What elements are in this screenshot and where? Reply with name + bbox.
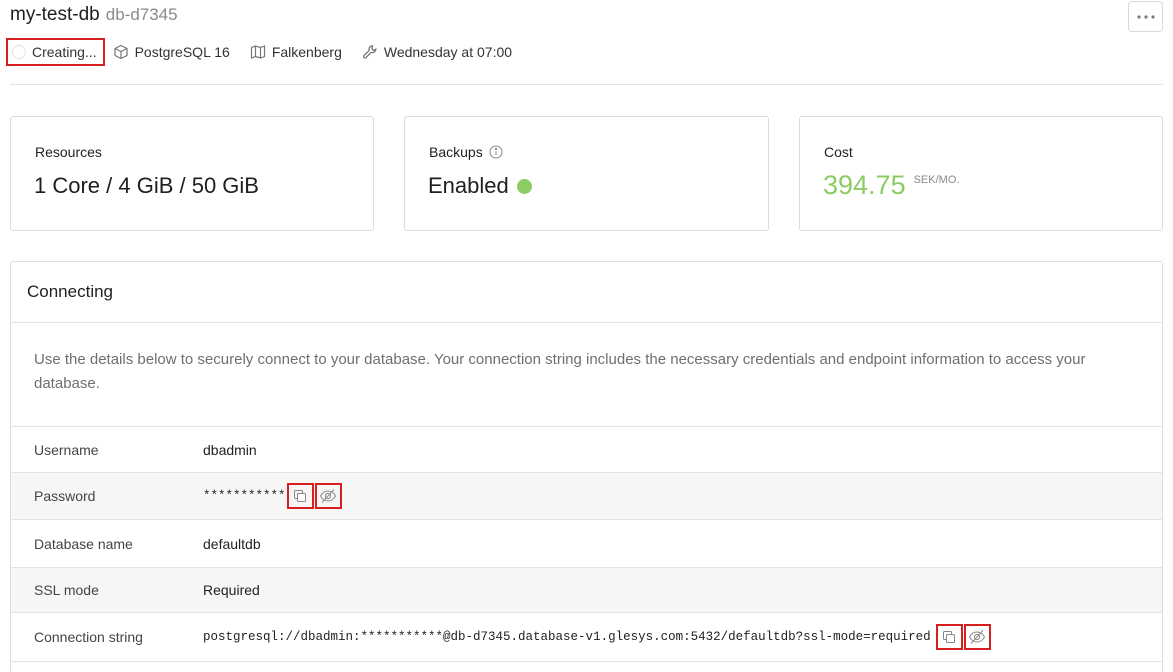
engine-text: PostgreSQL 16 <box>134 44 230 60</box>
row-value: Required <box>203 582 260 598</box>
row-label: Connection string <box>34 629 143 645</box>
backups-label: Backups <box>429 144 483 160</box>
wrench-icon <box>362 44 378 60</box>
table-row-connection-string: Connection string postgresql://dbadmin:*… <box>11 613 1162 662</box>
connecting-title: Connecting <box>11 262 1162 323</box>
resources-label: Resources <box>35 144 102 160</box>
connection-string-value-group: postgresql://dbadmin:***********@db-d734… <box>203 624 991 650</box>
page-title: my-test-db <box>10 4 100 25</box>
backups-card: Backups Enabled <box>404 116 769 231</box>
row-label: Username <box>34 441 99 458</box>
box-icon <box>113 44 129 60</box>
database-id: db-d7345 <box>105 5 178 24</box>
location-info: Falkenberg <box>250 44 342 60</box>
cost-label: Cost <box>824 144 853 160</box>
cost-value: 394.75 <box>823 170 906 200</box>
row-value: defaultdb <box>203 535 261 552</box>
password-value-group: *********** <box>203 483 342 509</box>
engine-info: PostgreSQL 16 <box>113 44 230 60</box>
table-row-username: Username dbadmin <box>11 427 1162 473</box>
resources-value: 1 Core / 4 GiB / 50 GiB <box>34 173 259 198</box>
row-label: Password <box>34 488 96 504</box>
table-row-password: Password *********** <box>11 473 1162 520</box>
table-row-ssl-mode: SSL mode Required <box>11 568 1162 613</box>
loading-spinner-icon <box>12 45 26 59</box>
ellipsis-icon <box>1136 14 1155 19</box>
connecting-description: Use the details below to securely connec… <box>11 323 1162 427</box>
resources-card: Resources 1 Core / 4 GiB / 50 GiB <box>10 116 374 231</box>
status-text: Creating... <box>32 44 97 60</box>
status-dot <box>516 178 532 194</box>
map-icon <box>250 44 266 60</box>
location-text: Falkenberg <box>271 44 342 60</box>
cost-card: Cost 394.75 SEK/MO. <box>799 116 1163 231</box>
copy-password-button[interactable] <box>286 483 314 509</box>
copy-icon <box>943 631 956 643</box>
meta-row: Creating... PostgreSQL 16 Falkenberg Wed… <box>6 38 532 66</box>
row-label: Database name <box>34 535 133 552</box>
cost-unit: SEK/MO. <box>913 174 960 186</box>
row-label: SSL mode <box>34 582 99 598</box>
eye-off-icon <box>969 630 986 644</box>
connecting-panel: Connecting Use the details below to secu… <box>10 261 1163 672</box>
maintenance-info: Wednesday at 07:00 <box>362 44 512 60</box>
eye-off-icon <box>319 489 337 503</box>
connection-string-value: postgresql://dbadmin:***********@db-d734… <box>203 630 931 644</box>
backups-value-row: Enabled <box>428 173 532 199</box>
copy-connection-string-button[interactable] <box>935 624 963 650</box>
password-value: *********** <box>203 489 286 503</box>
backups-label-row: Backups <box>429 144 503 160</box>
copy-icon <box>294 490 307 502</box>
more-actions-button[interactable] <box>1128 1 1163 32</box>
page-header: my-test-db db-d7345 <box>10 4 178 26</box>
cost-value-row: 394.75 SEK/MO. <box>823 170 959 201</box>
header-divider <box>10 84 1163 85</box>
maintenance-text: Wednesday at 07:00 <box>383 44 513 60</box>
row-value: dbadmin <box>203 441 257 458</box>
reveal-password-button[interactable] <box>314 483 342 509</box>
table-row-database-name: Database name defaultdb <box>11 520 1162 568</box>
info-icon[interactable] <box>489 145 503 159</box>
reveal-connection-string-button[interactable] <box>963 624 991 650</box>
backups-value: Enabled <box>428 173 509 198</box>
status-badge: Creating... <box>6 38 105 66</box>
